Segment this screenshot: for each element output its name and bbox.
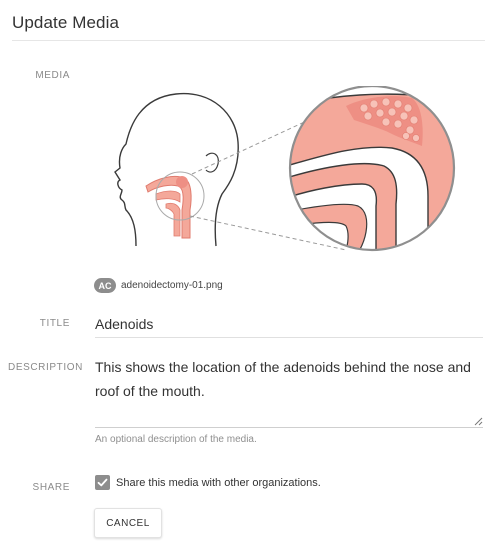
cancel-button[interactable]: CANCEL (94, 508, 162, 538)
share-checkbox-row[interactable]: Share this media with other organization… (95, 475, 321, 490)
description-help-text: An optional description of the media. (95, 434, 257, 445)
ear-outline (205, 152, 219, 173)
title-input[interactable]: Adenoids (95, 316, 153, 332)
title-label: TITLE (39, 318, 70, 329)
file-badge: AC (94, 278, 116, 293)
description-textarea[interactable]: This shows the location of the adenoids … (95, 355, 480, 403)
file-chip: AC adenoidectomy-01.png (94, 278, 223, 293)
media-preview-image[interactable] (96, 86, 466, 262)
share-checkbox-label: Share this media with other organization… (116, 476, 321, 489)
resize-handle-icon[interactable] (473, 416, 483, 426)
share-label: SHARE (32, 482, 70, 493)
checkmark-icon (97, 478, 108, 487)
title-input-underline (95, 337, 483, 338)
file-name: adenoidectomy-01.png (121, 280, 223, 291)
media-label: MEDIA (35, 70, 70, 81)
description-underline (95, 427, 483, 428)
title-divider (12, 40, 485, 41)
page-title: Update Media (12, 13, 120, 32)
description-label: DESCRIPTION (8, 362, 83, 373)
adenoid-small (176, 176, 188, 188)
share-checkbox[interactable] (95, 475, 110, 490)
